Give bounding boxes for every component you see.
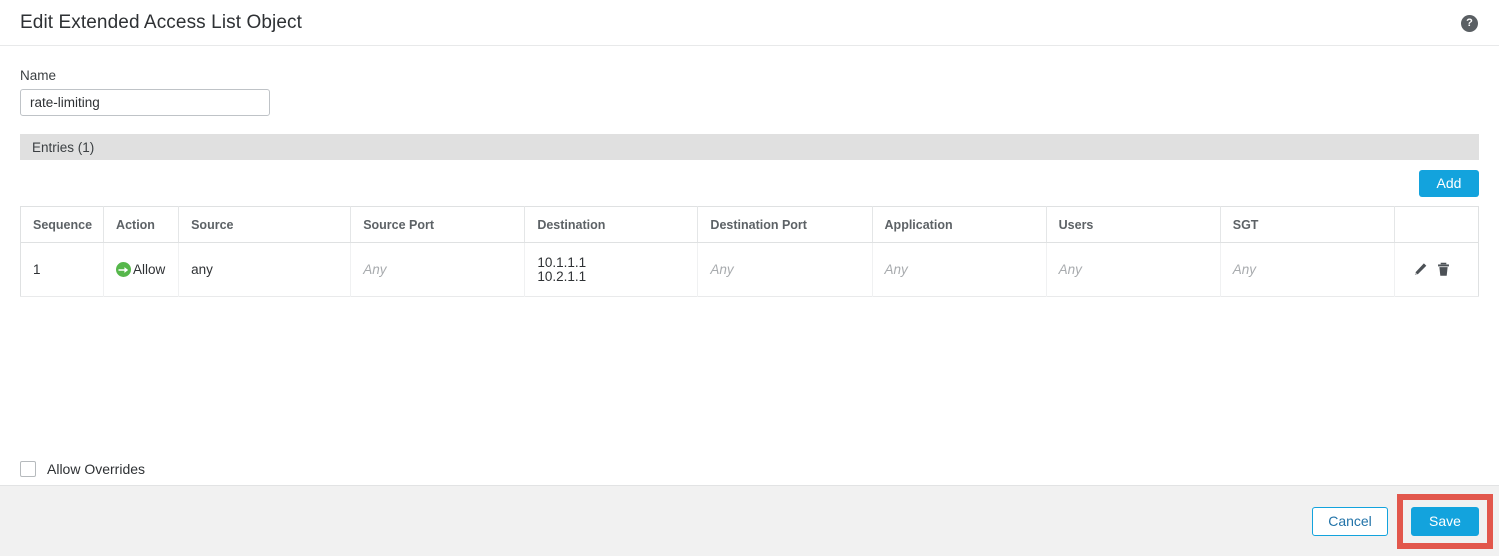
allow-overrides-group: Allow Overrides: [20, 461, 145, 477]
cell-source-port: Any: [350, 242, 526, 297]
cell-application-value: Any: [884, 262, 908, 277]
allow-overrides-label[interactable]: Allow Overrides: [47, 461, 145, 477]
cell-action: Allow: [103, 242, 180, 297]
cell-sgt: Any: [1220, 242, 1395, 297]
entries-section-label: Entries (1): [32, 139, 95, 155]
column-header-users: Users: [1046, 206, 1221, 243]
column-header-row-actions: [1394, 206, 1479, 243]
column-header-destination: Destination: [524, 206, 699, 243]
save-button[interactable]: Save: [1411, 506, 1479, 536]
page-title: Edit Extended Access List Object: [20, 11, 303, 33]
cell-destination-port: Any: [697, 242, 873, 297]
cell-source-port-value: Any: [363, 262, 387, 277]
name-field-group: Name: [20, 46, 1479, 116]
cell-source: any: [178, 242, 352, 297]
cell-destination-line-2: 10.2.1.1: [537, 268, 587, 284]
edit-extended-access-list-dialog: Edit Extended Access List Object ? Name …: [0, 0, 1499, 556]
cell-destination-line-1: 10.1.1.1: [537, 254, 587, 270]
help-icon[interactable]: ?: [1461, 15, 1478, 32]
cell-destination-port-value: Any: [710, 262, 734, 277]
column-header-sequence: Sequence: [20, 206, 105, 243]
column-header-destination-port: Destination Port: [697, 206, 873, 243]
cell-action-label: Allow: [133, 262, 166, 277]
column-header-source-port: Source Port: [350, 206, 526, 243]
name-input[interactable]: [20, 89, 270, 116]
cell-destination: 10.1.1.1 10.2.1.1: [524, 242, 699, 297]
column-header-source: Source: [178, 206, 352, 243]
cell-sgt-value: Any: [1232, 262, 1257, 277]
cell-users: Any: [1046, 242, 1221, 297]
trash-icon[interactable]: [1436, 262, 1452, 278]
table-row: 1 Allow any Any 10.1.1.1 10.2.1.1 Any An…: [20, 242, 1479, 297]
pencil-icon[interactable]: [1413, 262, 1429, 278]
dialog-header: Edit Extended Access List Object ?: [0, 0, 1499, 46]
add-button[interactable]: Add: [1419, 170, 1479, 197]
cell-users-value: Any: [1058, 262, 1082, 277]
allow-overrides-checkbox[interactable]: [20, 461, 36, 477]
cell-sequence: 1: [20, 242, 105, 297]
table-header-row: Sequence Action Source Source Port Desti…: [20, 206, 1479, 243]
cell-application: Any: [872, 242, 1047, 297]
column-header-sgt: SGT: [1220, 206, 1395, 243]
cancel-button[interactable]: Cancel: [1312, 506, 1388, 536]
allow-arrow-icon: [116, 262, 132, 277]
dialog-footer: Cancel Save: [0, 485, 1499, 556]
column-header-application: Application: [872, 206, 1047, 243]
entries-table: Sequence Action Source Source Port Desti…: [20, 206, 1479, 297]
entries-section-header: Entries (1): [20, 134, 1479, 160]
dialog-body: Name Entries (1) Add Sequence Action Sou…: [0, 46, 1499, 485]
add-button-row: Add: [20, 170, 1479, 197]
column-header-action: Action: [103, 206, 180, 243]
save-button-wrapper: Save: [1397, 493, 1493, 549]
cell-row-actions: [1394, 242, 1479, 297]
name-label: Name: [20, 68, 57, 83]
